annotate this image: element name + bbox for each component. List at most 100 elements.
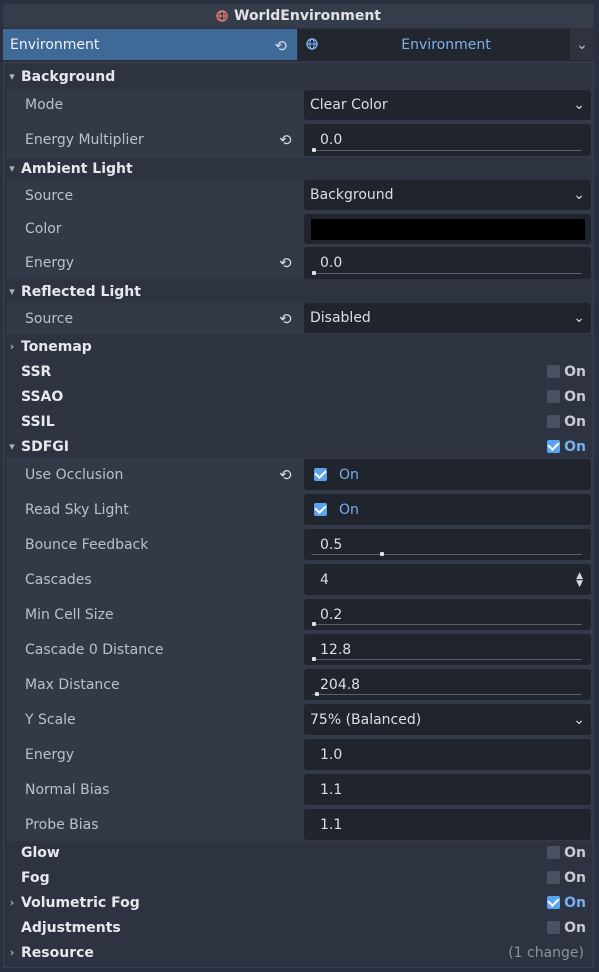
probe-bias-input[interactable]: 1.1 <box>304 809 591 840</box>
revert-icon[interactable]: ⟲ <box>274 37 287 55</box>
ambient-energy-slider[interactable]: 0.0 <box>304 247 591 279</box>
checkbox-icon <box>547 846 561 859</box>
sdfgi-energy-row: Energy 1.0 <box>7 738 594 771</box>
background-energy-row: Energy Multiplier ⟲ 0.0 <box>7 123 594 157</box>
revert-icon[interactable]: ⟲ <box>279 131 292 149</box>
resource-name: Environment <box>401 36 491 53</box>
section-tonemap[interactable]: › Tonemap <box>3 334 594 359</box>
reflected-source-row: Source ⟲ Disabled ⌄ <box>7 303 594 334</box>
slider-track[interactable] <box>312 692 582 696</box>
adjustments-toggle[interactable]: On <box>547 920 586 936</box>
max-distance-slider[interactable]: 204.8 <box>304 669 591 700</box>
ssao-toggle[interactable]: On <box>547 389 586 405</box>
environment-resource-picker[interactable]: Environment ⌄ <box>298 29 594 60</box>
slider-track[interactable] <box>312 622 582 626</box>
ssil-toggle[interactable]: On <box>547 414 586 430</box>
ambient-source-row: Source Background ⌄ <box>7 180 594 212</box>
checkbox-icon <box>314 468 327 481</box>
section-ssil[interactable]: SSIL On <box>3 409 594 434</box>
background-mode-dropdown[interactable]: Clear Color ⌄ <box>304 90 591 120</box>
section-ssao[interactable]: SSAO On <box>3 384 594 409</box>
change-count: (1 change) <box>508 944 584 961</box>
collapsed-arrow-icon: › <box>9 896 15 909</box>
sdfgi-yscale-row: Y Scale 75% (Balanced) ⌄ <box>7 703 594 736</box>
sdfgi-bounce-row: Bounce Feedback 0.5 <box>7 528 594 561</box>
sdfgi-use-occlusion-row: Use Occlusion ⟲ On <box>7 458 594 491</box>
read-sky-light-checkbox[interactable]: On <box>304 494 591 525</box>
normal-bias-input[interactable]: 1.1 <box>304 774 591 805</box>
slider-track[interactable] <box>312 271 582 275</box>
chevron-down-icon: ⌄ <box>573 187 585 203</box>
section-volumetric-fog[interactable]: › Volumetric Fog On <box>3 890 594 915</box>
use-occlusion-checkbox[interactable]: On <box>304 459 591 490</box>
sdfgi-energy-input[interactable]: 1.0 <box>304 739 591 770</box>
background-mode-row: Mode Clear Color ⌄ <box>7 89 594 121</box>
section-sdfgi[interactable]: ▾ SDFGI On <box>3 434 594 459</box>
glow-toggle[interactable]: On <box>547 845 586 861</box>
chevron-down-icon: ⌄ <box>573 711 585 728</box>
y-scale-dropdown[interactable]: 75% (Balanced) ⌄ <box>304 704 591 735</box>
reflected-source-dropdown[interactable]: Disabled ⌄ <box>304 303 591 333</box>
chevron-down-icon[interactable]: ⌄ <box>570 29 594 60</box>
slider-track[interactable] <box>312 552 582 556</box>
slider-knob[interactable] <box>379 552 384 556</box>
sdfgi-read-sky-row: Read Sky Light On <box>7 493 594 526</box>
revert-icon[interactable]: ⟲ <box>279 466 292 484</box>
ambient-source-dropdown[interactable]: Background ⌄ <box>304 180 591 210</box>
color-swatch <box>311 219 585 240</box>
revert-icon[interactable]: ⟲ <box>279 310 292 328</box>
node-title: WorldEnvironment <box>234 8 381 24</box>
chevron-down-icon: ⌄ <box>573 310 585 326</box>
cascades-spinbox[interactable]: 4 ▲ ▼ <box>304 564 591 595</box>
volumetric-fog-toggle[interactable]: On <box>547 895 586 911</box>
collapsed-arrow-icon: › <box>9 340 15 353</box>
globe-icon <box>216 10 228 22</box>
ambient-energy-row: Energy ⟲ 0.0 <box>7 246 594 279</box>
checkbox-icon <box>547 871 561 884</box>
slider-knob[interactable] <box>312 271 316 275</box>
sdfgi-toggle[interactable]: On <box>547 439 586 455</box>
section-ambient-light[interactable]: ▾ Ambient Light <box>3 156 594 181</box>
fog-toggle[interactable]: On <box>547 870 586 886</box>
slider-track[interactable] <box>312 657 582 661</box>
checkbox-icon <box>547 390 561 403</box>
slider-knob[interactable] <box>314 692 319 696</box>
inspector-title-bar: WorldEnvironment <box>3 4 594 28</box>
bounce-feedback-slider[interactable]: 0.5 <box>304 529 591 560</box>
chevron-down-icon: ⌄ <box>573 97 585 113</box>
expanded-arrow-icon: ▾ <box>9 70 15 83</box>
slider-knob[interactable] <box>312 657 316 661</box>
checkbox-icon <box>547 415 561 428</box>
spin-arrows-icon[interactable]: ▲ ▼ <box>576 571 583 588</box>
sdfgi-min-cell-row: Min Cell Size 0.2 <box>7 598 594 631</box>
ambient-color-row: Color <box>7 213 594 245</box>
min-cell-size-slider[interactable]: 0.2 <box>304 599 591 630</box>
checkbox-icon <box>547 896 561 909</box>
sdfgi-cascades-row: Cascades 4 ▲ ▼ <box>7 563 594 596</box>
globe-icon <box>306 38 318 50</box>
expanded-arrow-icon: ▾ <box>9 440 15 453</box>
section-adjustments[interactable]: Adjustments On <box>3 915 594 940</box>
slider-knob[interactable] <box>312 148 316 152</box>
cascade0-distance-slider[interactable]: 12.8 <box>304 634 591 665</box>
slider-knob[interactable] <box>312 622 316 626</box>
sdfgi-probe-bias-row: Probe Bias 1.1 <box>7 808 594 841</box>
checkbox-icon <box>547 440 561 453</box>
sdfgi-cascade0-row: Cascade 0 Distance 12.8 <box>7 633 594 666</box>
environment-property-label[interactable]: Environment ⟲ <box>3 29 297 60</box>
section-glow[interactable]: Glow On <box>3 840 594 865</box>
expanded-arrow-icon: ▾ <box>9 162 15 175</box>
revert-icon[interactable]: ⟲ <box>279 254 292 272</box>
expanded-arrow-icon: ▾ <box>9 285 15 298</box>
slider-track[interactable] <box>312 148 582 152</box>
section-reflected-light[interactable]: ▾ Reflected Light <box>3 279 594 304</box>
background-energy-slider[interactable]: 0.0 <box>304 124 591 156</box>
checkbox-icon <box>547 921 561 934</box>
section-fog[interactable]: Fog On <box>3 865 594 890</box>
ambient-color-picker[interactable] <box>304 214 591 244</box>
checkbox-icon <box>547 365 561 378</box>
section-resource[interactable]: › Resource (1 change) <box>3 940 594 965</box>
section-ssr[interactable]: SSR On <box>3 359 594 384</box>
section-background[interactable]: ▾ Background <box>3 64 594 89</box>
ssr-toggle[interactable]: On <box>547 364 586 380</box>
